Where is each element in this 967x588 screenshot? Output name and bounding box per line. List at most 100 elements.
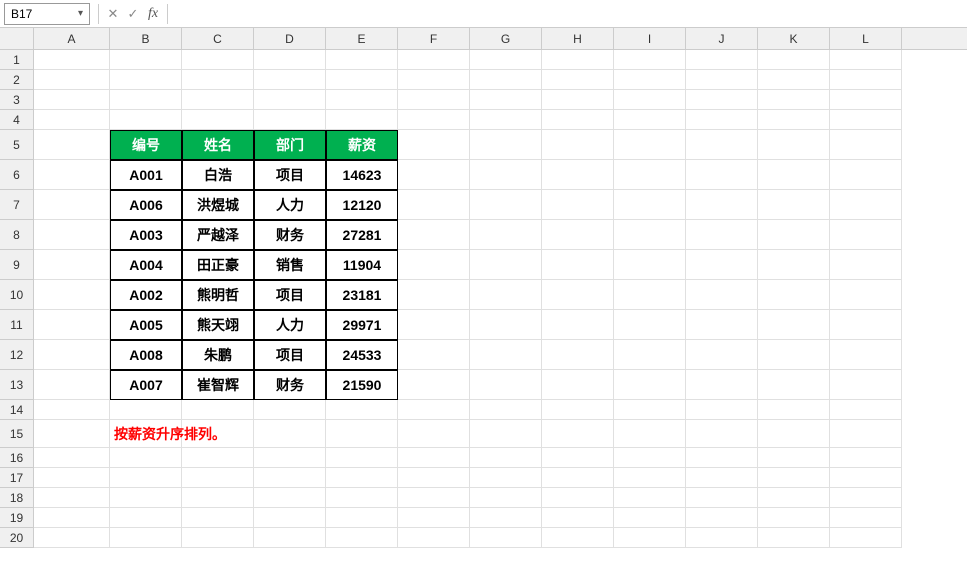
cell-J11[interactable]: [686, 310, 758, 340]
cell-I2[interactable]: [614, 70, 686, 90]
cell-L9[interactable]: [830, 250, 902, 280]
cell-H16[interactable]: [542, 448, 614, 468]
cell-G11[interactable]: [470, 310, 542, 340]
cell-A5[interactable]: [34, 130, 110, 160]
cell-K17[interactable]: [758, 468, 830, 488]
table-cell[interactable]: 财务: [254, 370, 326, 400]
table-cell[interactable]: 财务: [254, 220, 326, 250]
cell-J18[interactable]: [686, 488, 758, 508]
cell-L18[interactable]: [830, 488, 902, 508]
row-header-4[interactable]: 4: [0, 110, 33, 130]
cell-A6[interactable]: [34, 160, 110, 190]
cell-I20[interactable]: [614, 528, 686, 548]
cell-B16[interactable]: [110, 448, 182, 468]
table-cell[interactable]: 严越泽: [182, 220, 254, 250]
table-cell[interactable]: 29971: [326, 310, 398, 340]
cells-area[interactable]: 编号姓名部门薪资A001白浩项目14623A006洪煜城人力12120A003严…: [34, 50, 967, 588]
cell-A4[interactable]: [34, 110, 110, 130]
cell-F16[interactable]: [398, 448, 470, 468]
cell-B4[interactable]: [110, 110, 182, 130]
cell-J1[interactable]: [686, 50, 758, 70]
cell-G5[interactable]: [470, 130, 542, 160]
cell-K8[interactable]: [758, 220, 830, 250]
table-header[interactable]: 部门: [254, 130, 326, 160]
cell-F9[interactable]: [398, 250, 470, 280]
cell-J6[interactable]: [686, 160, 758, 190]
table-cell[interactable]: 12120: [326, 190, 398, 220]
cell-G10[interactable]: [470, 280, 542, 310]
cell-I4[interactable]: [614, 110, 686, 130]
cell-L19[interactable]: [830, 508, 902, 528]
table-cell[interactable]: 熊明哲: [182, 280, 254, 310]
cell-A3[interactable]: [34, 90, 110, 110]
cell-D19[interactable]: [254, 508, 326, 528]
cell-L8[interactable]: [830, 220, 902, 250]
cell-E14[interactable]: [326, 400, 398, 420]
cell-I16[interactable]: [614, 448, 686, 468]
cell-D18[interactable]: [254, 488, 326, 508]
cell-L20[interactable]: [830, 528, 902, 548]
table-cell[interactable]: A008: [110, 340, 182, 370]
row-header-14[interactable]: 14: [0, 400, 33, 420]
name-box[interactable]: B17 ▾: [4, 3, 90, 25]
table-cell[interactable]: A005: [110, 310, 182, 340]
cell-I18[interactable]: [614, 488, 686, 508]
cell-K1[interactable]: [758, 50, 830, 70]
cell-H8[interactable]: [542, 220, 614, 250]
cell-D3[interactable]: [254, 90, 326, 110]
cell-K12[interactable]: [758, 340, 830, 370]
table-cell[interactable]: 项目: [254, 340, 326, 370]
cell-K13[interactable]: [758, 370, 830, 400]
col-header-E[interactable]: E: [326, 28, 398, 49]
cell-I3[interactable]: [614, 90, 686, 110]
cell-K10[interactable]: [758, 280, 830, 310]
table-cell[interactable]: A001: [110, 160, 182, 190]
row-header-16[interactable]: 16: [0, 448, 33, 468]
cell-H12[interactable]: [542, 340, 614, 370]
cell-A20[interactable]: [34, 528, 110, 548]
cell-F3[interactable]: [398, 90, 470, 110]
cell-L13[interactable]: [830, 370, 902, 400]
cell-C4[interactable]: [182, 110, 254, 130]
cell-L14[interactable]: [830, 400, 902, 420]
cell-K11[interactable]: [758, 310, 830, 340]
cell-A12[interactable]: [34, 340, 110, 370]
cell-F20[interactable]: [398, 528, 470, 548]
cell-B17[interactable]: [110, 468, 182, 488]
row-header-11[interactable]: 11: [0, 310, 33, 340]
cell-L1[interactable]: [830, 50, 902, 70]
cell-F7[interactable]: [398, 190, 470, 220]
cell-E17[interactable]: [326, 468, 398, 488]
col-header-G[interactable]: G: [470, 28, 542, 49]
table-cell[interactable]: 项目: [254, 280, 326, 310]
table-cell[interactable]: 洪煜城: [182, 190, 254, 220]
cell-H10[interactable]: [542, 280, 614, 310]
cell-D2[interactable]: [254, 70, 326, 90]
cell-I14[interactable]: [614, 400, 686, 420]
cell-K19[interactable]: [758, 508, 830, 528]
cell-H14[interactable]: [542, 400, 614, 420]
cell-G12[interactable]: [470, 340, 542, 370]
col-header-L[interactable]: L: [830, 28, 902, 49]
row-header-2[interactable]: 2: [0, 70, 33, 90]
table-cell[interactable]: 熊天翊: [182, 310, 254, 340]
cell-J19[interactable]: [686, 508, 758, 528]
table-cell[interactable]: 11904: [326, 250, 398, 280]
cell-H15[interactable]: [542, 420, 614, 448]
cell-J3[interactable]: [686, 90, 758, 110]
cell-L10[interactable]: [830, 280, 902, 310]
cell-A19[interactable]: [34, 508, 110, 528]
cell-G4[interactable]: [470, 110, 542, 130]
cell-J16[interactable]: [686, 448, 758, 468]
table-cell[interactable]: 27281: [326, 220, 398, 250]
cell-F17[interactable]: [398, 468, 470, 488]
cell-L15[interactable]: [830, 420, 902, 448]
row-header-15[interactable]: 15: [0, 420, 33, 448]
cell-K4[interactable]: [758, 110, 830, 130]
col-header-J[interactable]: J: [686, 28, 758, 49]
col-header-D[interactable]: D: [254, 28, 326, 49]
cell-C17[interactable]: [182, 468, 254, 488]
cell-D14[interactable]: [254, 400, 326, 420]
cell-H4[interactable]: [542, 110, 614, 130]
cell-K20[interactable]: [758, 528, 830, 548]
